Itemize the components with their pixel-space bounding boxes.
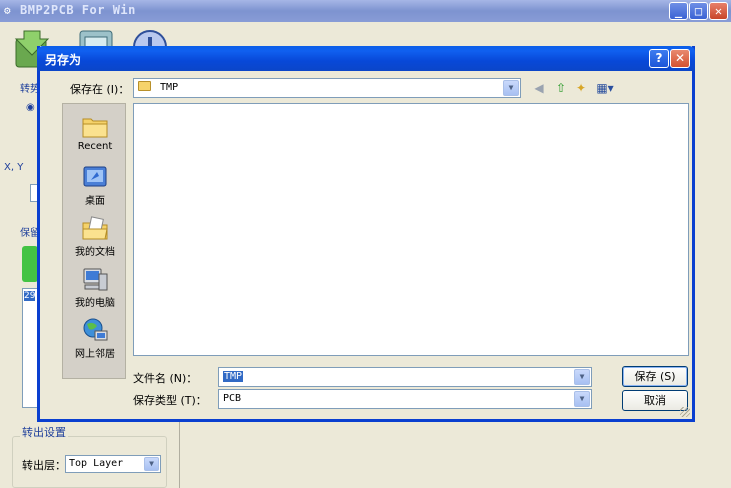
green-action-button[interactable] bbox=[22, 246, 38, 282]
new-folder-icon[interactable]: ✦ bbox=[572, 80, 590, 96]
file-list[interactable] bbox=[133, 103, 689, 356]
help-button[interactable]: ? bbox=[649, 49, 669, 68]
places-bar: Recent 桌面 我的文档 我的电脑 网上邻居 bbox=[62, 103, 126, 379]
output-layer-select[interactable]: Top Layer ▼ bbox=[65, 455, 161, 473]
desktop-icon bbox=[83, 166, 107, 187]
back-icon[interactable]: ◀ bbox=[530, 80, 548, 96]
place-my-computer[interactable]: 我的电脑 bbox=[63, 263, 127, 313]
place-label: 桌面 bbox=[85, 196, 105, 207]
current-folder-name: TMP bbox=[160, 82, 179, 93]
network-places-icon bbox=[83, 318, 108, 341]
obscured-list[interactable]: 29 bbox=[22, 288, 38, 408]
app-close-button[interactable]: ✕ bbox=[709, 2, 728, 20]
dialog-title: 另存为 bbox=[45, 53, 82, 67]
chevron-down-icon[interactable]: ▼ bbox=[574, 369, 590, 385]
folder-icon bbox=[138, 81, 151, 91]
place-recent[interactable]: Recent bbox=[63, 110, 127, 160]
dialog-close-button[interactable]: ✕ bbox=[670, 49, 690, 68]
place-label: 网上邻居 bbox=[75, 349, 115, 360]
filetype-select[interactable]: PCB ▼ bbox=[218, 389, 592, 409]
cancel-button[interactable]: 取消 bbox=[622, 390, 688, 411]
app-title: BMP2PCB For Win bbox=[20, 3, 136, 17]
dialog-titlebar[interactable]: 另存为 ? ✕ bbox=[37, 46, 695, 71]
filetype-label: 保存类型 (T)： bbox=[133, 394, 207, 407]
my-computer-icon bbox=[83, 268, 108, 291]
place-network[interactable]: 网上邻居 bbox=[63, 314, 127, 364]
app-icon: ⚙ bbox=[4, 4, 11, 17]
radio-icon[interactable]: ◉ bbox=[26, 102, 35, 113]
save-in-select[interactable]: TMP ▼ bbox=[133, 78, 521, 98]
resize-grip[interactable] bbox=[680, 407, 690, 417]
output-settings-label: 转出设置 bbox=[20, 424, 68, 440]
place-desktop[interactable]: 桌面 bbox=[63, 161, 127, 211]
save-button[interactable]: 保存 (S) bbox=[622, 366, 688, 387]
save-in-label: 保存在 (I)： bbox=[70, 83, 130, 96]
filename-label: 文件名 (N)： bbox=[133, 372, 198, 385]
filename-value: TMP bbox=[223, 371, 244, 382]
output-layer-label: 转出层： bbox=[22, 459, 66, 472]
minimize-button[interactable]: _ bbox=[669, 2, 688, 20]
output-layer-value: Top Layer bbox=[69, 458, 124, 469]
save-as-dialog: 另存为 ? ✕ 保存在 (I)： TMP ▼ ◀ ⇧ ✦ ▦▾ Recent 桌… bbox=[37, 46, 695, 422]
obscured-list-item: 29 bbox=[24, 291, 36, 301]
chevron-down-icon[interactable]: ▼ bbox=[574, 391, 590, 407]
obscured-label: X, Y bbox=[4, 162, 24, 173]
view-menu-icon[interactable]: ▦▾ bbox=[594, 80, 616, 96]
place-label: 我的电脑 bbox=[75, 298, 115, 309]
recent-folder-icon bbox=[82, 118, 108, 138]
maximize-button[interactable]: □ bbox=[689, 2, 708, 20]
filetype-value: PCB bbox=[223, 393, 242, 404]
filename-input[interactable]: TMP ▼ bbox=[218, 367, 592, 387]
place-my-documents[interactable]: 我的文档 bbox=[63, 212, 127, 262]
place-label: Recent bbox=[77, 141, 113, 152]
my-documents-icon bbox=[82, 216, 108, 240]
chevron-down-icon[interactable]: ▼ bbox=[144, 457, 159, 471]
place-label: 我的文档 bbox=[75, 247, 115, 258]
chevron-down-icon[interactable]: ▼ bbox=[503, 80, 519, 96]
app-titlebar: ⚙ BMP2PCB For Win _ □ ✕ bbox=[0, 0, 731, 22]
up-folder-icon[interactable]: ⇧ bbox=[552, 80, 570, 96]
